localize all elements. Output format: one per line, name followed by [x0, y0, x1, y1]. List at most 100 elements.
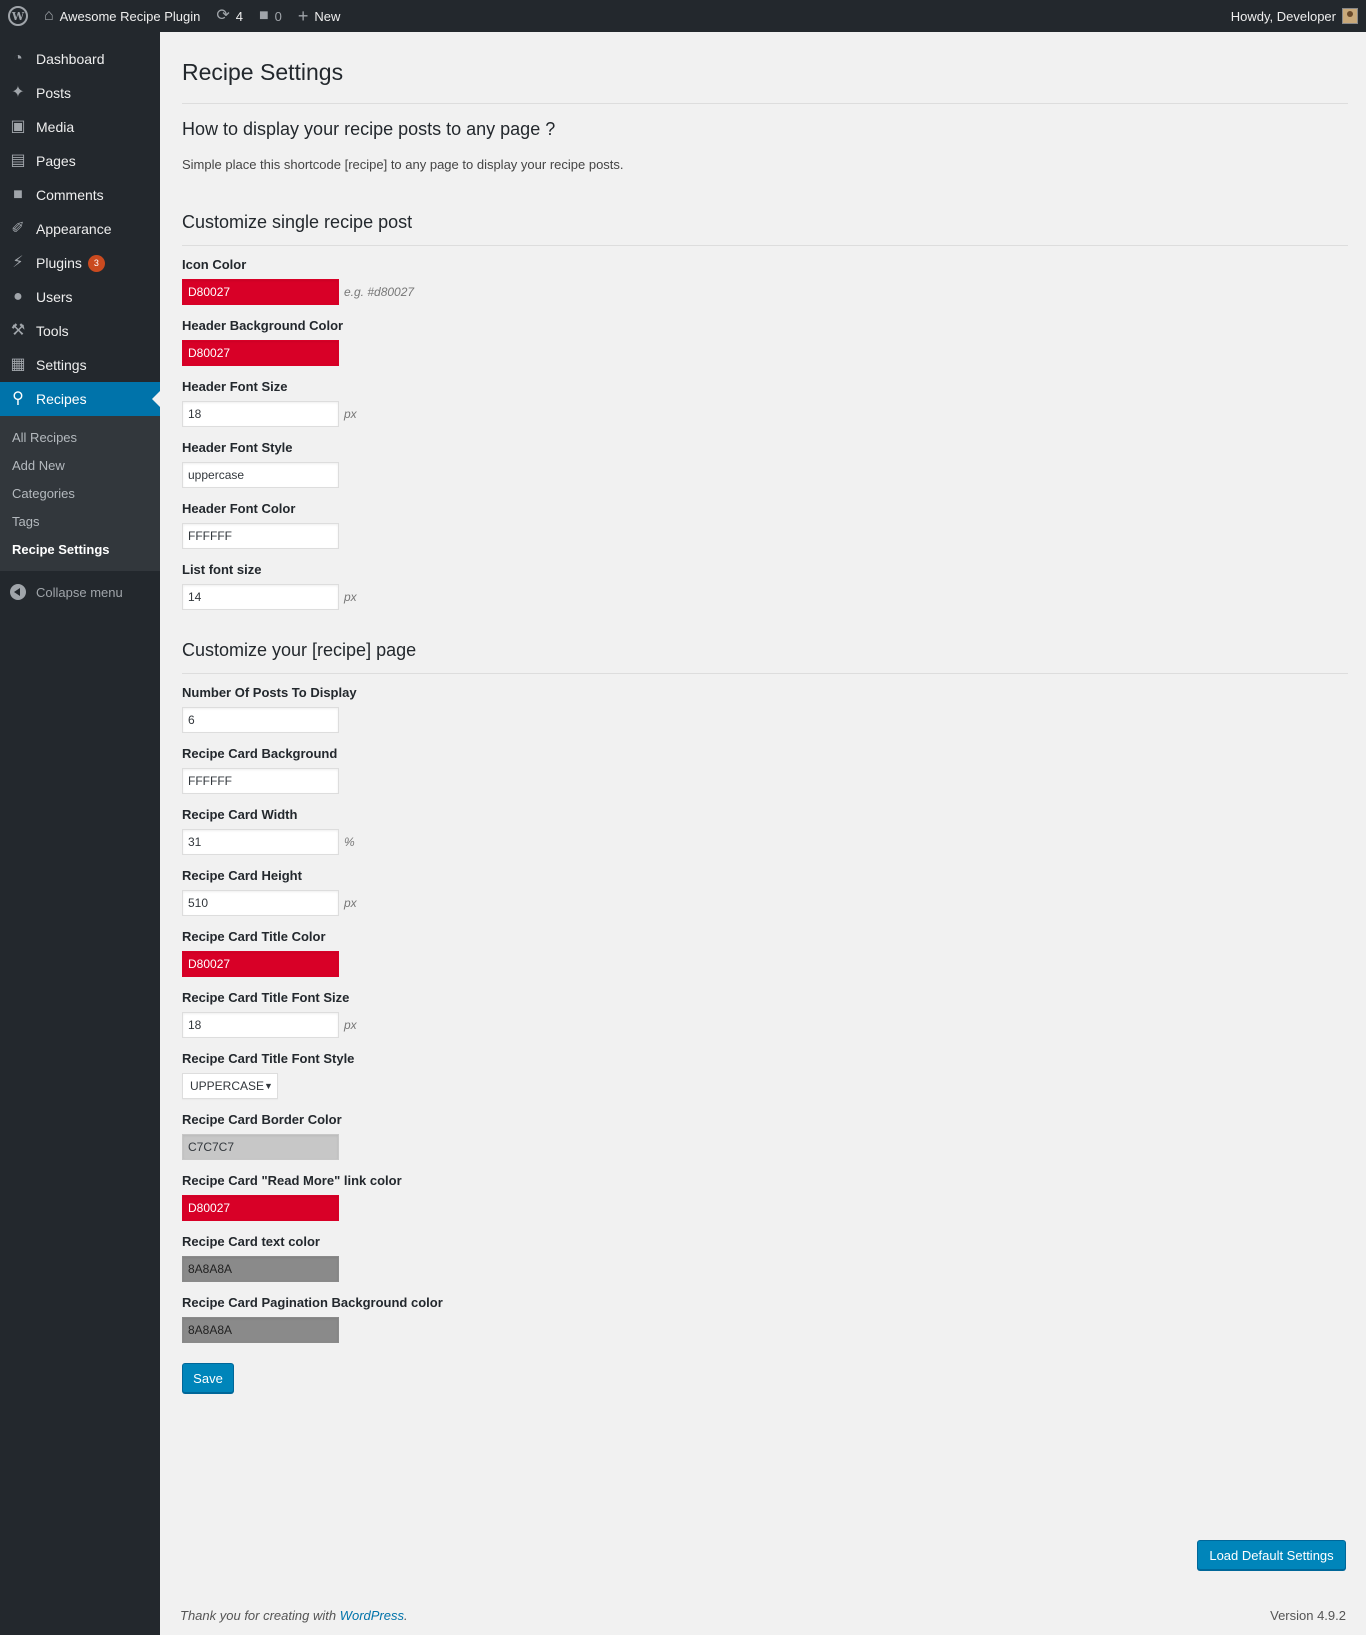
card-width-input[interactable]: 31 [182, 829, 339, 855]
updates-icon: ⟳ [216, 7, 230, 24]
menu-comments[interactable]: ■ Comments [0, 178, 160, 212]
submenu-recipe-settings[interactable]: Recipe Settings [0, 535, 160, 563]
dropdown-arrow-icon: ▼ [264, 1081, 273, 1091]
card-border-input[interactable]: C7C7C7 [182, 1134, 339, 1160]
submenu-add-new[interactable]: Add New [0, 451, 160, 479]
menu-pages[interactable]: ▤ Pages [0, 144, 160, 178]
menu-posts[interactable]: ✦ Posts [0, 76, 160, 110]
recipes-submenu: All Recipes Add New Categories Tags Reci… [0, 416, 160, 571]
card-bg-input[interactable]: FFFFFF [182, 768, 339, 794]
menu-label: Dashboard [36, 51, 105, 67]
menu-label: Appearance [36, 221, 112, 237]
card-height-label: Recipe Card Height [182, 868, 302, 883]
comments-link[interactable]: ■ 0 [251, 0, 290, 32]
footer-thanks: Thank you for creating with WordPress. [180, 1608, 408, 1623]
page-title: Recipe Settings [182, 59, 344, 85]
account-menu[interactable]: Howdy, Developer [1223, 0, 1366, 32]
menu-dashboard[interactable]: ◔ Dashboard [0, 42, 160, 76]
card-title-font-style-select[interactable]: UPPERCASE ▼ [182, 1073, 278, 1099]
num-posts-label: Number Of Posts To Display [182, 685, 357, 700]
comment-icon: ■ [258, 7, 269, 24]
recipe-page-heading: Customize your [recipe] page [182, 640, 417, 660]
menu-plugins[interactable]: ⚡ Plugins 3 [0, 246, 160, 280]
menu-label: Comments [36, 187, 104, 203]
menu-label: Posts [36, 85, 72, 101]
fork-knife-icon: ⚲ [12, 390, 24, 407]
icon-color-input[interactable]: D80027 [182, 279, 339, 305]
admin-sidebar: ◔ Dashboard ✦ Posts ▣ Media ▤ Pages ■ Co… [0, 32, 160, 1635]
card-title-color-input[interactable]: D80027 [182, 951, 339, 977]
user-icon: ● [13, 288, 23, 305]
icon-color-label: Icon Color [182, 257, 247, 272]
menu-label: Tools [36, 323, 69, 339]
submenu-tags[interactable]: Tags [0, 507, 160, 535]
header-font-color-label: Header Font Color [182, 501, 296, 516]
avatar [1342, 8, 1358, 24]
comment-icon: ■ [13, 186, 23, 203]
menu-label: Settings [36, 357, 87, 373]
card-bg-label: Recipe Card Background [182, 746, 338, 761]
header-font-size-input[interactable]: 18 [182, 401, 339, 427]
card-bg-field: Recipe Card Background FFFFFF [182, 746, 1348, 794]
card-border-field: Recipe Card Border Color C7C7C7 [182, 1112, 1348, 1160]
num-posts-input[interactable]: 6 [182, 707, 339, 733]
submenu-categories[interactable]: Categories [0, 479, 160, 507]
new-content-link[interactable]: + New [290, 0, 349, 32]
menu-media[interactable]: ▣ Media [0, 110, 160, 144]
divider [182, 673, 1348, 674]
pin-icon: ✦ [11, 84, 25, 101]
load-default-settings-button[interactable]: Load Default Settings [1197, 1540, 1346, 1570]
read-more-color-label: Recipe Card "Read More" link color [182, 1173, 402, 1188]
footer-thanks-suffix: . [404, 1608, 408, 1623]
menu-users[interactable]: ● Users [0, 280, 160, 314]
header-font-color-input[interactable]: FFFFFF [182, 523, 339, 549]
footer-version: Version 4.9.2 [1270, 1608, 1346, 1623]
updates-link[interactable]: ⟳ 4 [208, 0, 251, 32]
card-title-font-size-label: Recipe Card Title Font Size [182, 990, 350, 1005]
list-font-size-input[interactable]: 14 [182, 584, 339, 610]
plugins-update-badge: 3 [87, 254, 105, 272]
menu-appearance[interactable]: ✐ Appearance [0, 212, 160, 246]
menu-tools[interactable]: ⚒ Tools [0, 314, 160, 348]
card-border-label: Recipe Card Border Color [182, 1112, 342, 1127]
save-button[interactable]: Save [182, 1363, 234, 1393]
how-to-text: Simple place this shortcode [recipe] to … [182, 157, 624, 172]
pagination-bg-label: Recipe Card Pagination Background color [182, 1295, 443, 1310]
wordpress-logo-button[interactable]: W [0, 0, 36, 32]
comments-count: 0 [274, 8, 282, 24]
wordpress-link[interactable]: WordPress [340, 1608, 404, 1623]
menu-recipes[interactable]: ⚲ Recipes [0, 382, 160, 416]
admin-bar: W ⌂ Awesome Recipe Plugin ⟳ 4 ■ 0 + New … [0, 0, 1366, 32]
site-name-link[interactable]: ⌂ Awesome Recipe Plugin [36, 0, 208, 32]
pagination-bg-input[interactable]: 8A8A8A [182, 1317, 339, 1343]
plugin-icon: ⚡ [12, 254, 24, 271]
wrench-icon: ⚒ [10, 322, 26, 339]
single-post-heading: Customize single recipe post [182, 212, 413, 232]
pagination-bg-field: Recipe Card Pagination Background color … [182, 1295, 1348, 1343]
menu-settings[interactable]: ▦ Settings [0, 348, 160, 382]
collapse-menu-button[interactable]: Collapse menu [0, 575, 160, 609]
main-content: Recipe Settings How to display your reci… [182, 32, 1348, 1393]
icon-color-hint: e.g. #d80027 [344, 285, 415, 299]
collapse-label: Collapse menu [36, 584, 123, 600]
menu-label: Recipes [36, 391, 87, 407]
header-bg-input[interactable]: D80027 [182, 340, 339, 366]
list-font-size-field: List font size 14 px [182, 562, 1348, 610]
px-unit: px [344, 1018, 357, 1032]
card-height-input[interactable]: 510 [182, 890, 339, 916]
collapse-icon [10, 584, 26, 600]
settings-icon: ▦ [10, 356, 26, 373]
divider [182, 103, 1348, 104]
card-title-font-size-field: Recipe Card Title Font Size 18 px [182, 990, 1348, 1038]
card-title-color-field: Recipe Card Title Color D80027 [182, 929, 1348, 977]
card-width-label: Recipe Card Width [182, 807, 298, 822]
how-to-heading: How to display your recipe posts to any … [182, 119, 556, 139]
header-font-style-input[interactable]: uppercase [182, 462, 339, 488]
menu-label: Plugins [36, 255, 82, 271]
greeting: Howdy, Developer [1230, 8, 1336, 24]
read-more-color-input[interactable]: D80027 [182, 1195, 339, 1221]
submenu-all-recipes[interactable]: All Recipes [0, 423, 160, 451]
text-color-input[interactable]: 8A8A8A [182, 1256, 339, 1282]
card-title-font-size-input[interactable]: 18 [182, 1012, 339, 1038]
new-label: New [314, 8, 341, 24]
